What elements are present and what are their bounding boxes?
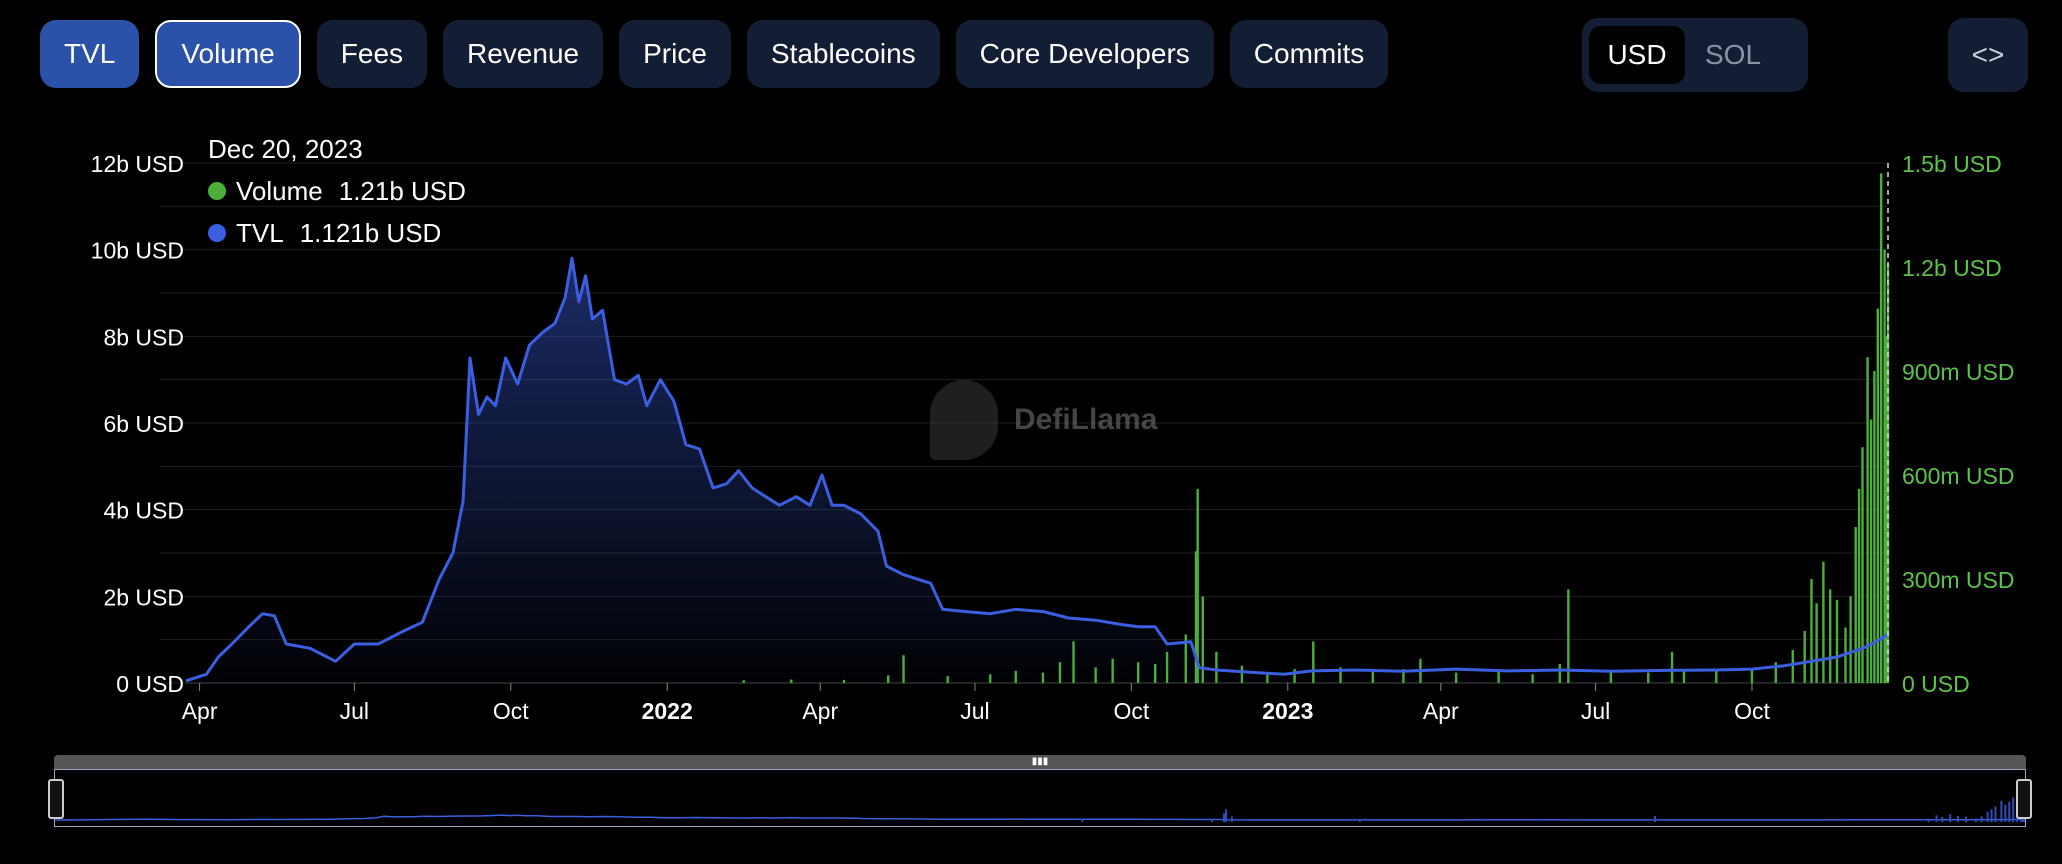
x-tick-label: 2022	[642, 698, 693, 724]
brush-minimap	[55, 788, 2025, 822]
minimap-volume-bar	[1974, 818, 1977, 822]
x-tick-label: Oct	[1734, 698, 1770, 724]
minimap-volume-bar	[1980, 816, 1983, 822]
chart-tooltip: Dec 20, 2023 Volume 1.21b USD TVL 1.121b…	[208, 128, 466, 254]
y-left-tick-label: 2b USD	[103, 584, 184, 610]
minimap-volume-bar	[1935, 815, 1938, 822]
tvl-area	[186, 258, 1888, 683]
range-brush[interactable]: ▮▮▮	[48, 755, 2032, 827]
y-left-tick-label: 0 USD	[116, 671, 184, 697]
minimap-volume-bar	[1081, 819, 1084, 822]
tooltip-tvl-value: 1.121b USD	[299, 218, 442, 248]
minimap-volume-bar	[1211, 818, 1214, 822]
minimap-volume-bar	[2000, 800, 2003, 822]
minimap-tvl-line	[55, 814, 2025, 821]
brush-left-handle[interactable]	[48, 779, 64, 819]
brush-window[interactable]	[54, 769, 2026, 827]
minimap-volume-bar	[2004, 804, 2007, 822]
minimap-volume-bar	[1358, 819, 1361, 822]
minimap-volume-bar	[1994, 806, 1997, 822]
y-right-tick-label: 600m USD	[1902, 463, 2014, 489]
volume-bar	[1876, 308, 1879, 683]
minimap-volume-bar	[1986, 811, 1989, 822]
tooltip-tvl-name: TVL	[236, 218, 284, 248]
defillama-watermark: DefiLlama	[930, 380, 1157, 460]
minimap-volume-bar	[2012, 797, 2015, 822]
minimap-volume-bar	[1223, 813, 1226, 822]
minimap-volume-bar	[1230, 816, 1233, 822]
x-tick-label: Apr	[802, 698, 838, 724]
tooltip-row-tvl: TVL 1.121b USD	[208, 212, 466, 254]
volume-bar	[1196, 488, 1199, 683]
tooltip-row-volume: Volume 1.21b USD	[208, 170, 466, 212]
y-right-tick-label: 0 USD	[1902, 671, 1970, 697]
y-left-tick-label: 12b USD	[91, 151, 184, 177]
y-left-tick-label: 4b USD	[103, 498, 184, 524]
y-right-tick-label: 300m USD	[1902, 567, 2014, 593]
volume-bar	[1879, 173, 1883, 683]
volume-bar	[1866, 357, 1869, 683]
minimap-volume-bar	[1224, 809, 1227, 822]
minimap-volume-bar	[1957, 815, 1960, 822]
x-tick-label: Oct	[1113, 698, 1149, 724]
tvl-dot-icon	[208, 224, 226, 242]
minimap-volume-bar	[1927, 818, 1930, 822]
x-tick-label: Oct	[493, 698, 529, 724]
y-left-tick-label: 8b USD	[103, 324, 184, 350]
x-tick-label: 2023	[1262, 698, 1313, 724]
x-tick-label: Jul	[1581, 698, 1610, 724]
x-tick-label: Jul	[340, 698, 369, 724]
y-left-tick-label: 10b USD	[91, 238, 184, 264]
llama-logo-icon	[930, 380, 998, 460]
tooltip-volume-name: Volume	[236, 176, 323, 206]
tooltip-volume-value: 1.21b USD	[338, 176, 466, 206]
brush-right-handle[interactable]	[2016, 779, 2032, 819]
y-right-tick-label: 1.5b USD	[1902, 151, 2002, 177]
minimap-volume-bar	[1941, 816, 1944, 822]
y-right-tick-label: 900m USD	[1902, 359, 2014, 385]
tooltip-date: Dec 20, 2023	[208, 134, 363, 164]
minimap-volume-bar	[1990, 809, 1993, 822]
grip-icon: ▮▮▮	[1031, 756, 1049, 767]
y-right-tick-label: 1.2b USD	[1902, 255, 2002, 281]
minimap-volume-bar	[1949, 814, 1952, 822]
volume-bar	[1873, 371, 1876, 683]
watermark-text: DefiLlama	[1014, 403, 1158, 436]
minimap-volume-bar	[1654, 815, 1657, 822]
minimap-volume-bar	[2008, 801, 2011, 822]
minimap-volume-bar	[1964, 816, 1967, 822]
brush-drag-bar[interactable]: ▮▮▮	[54, 755, 2026, 769]
x-tick-label: Jul	[960, 698, 989, 724]
y-left-tick-label: 6b USD	[103, 411, 184, 437]
x-tick-label: Apr	[182, 698, 218, 724]
x-tick-label: Apr	[1423, 698, 1459, 724]
volume-dot-icon	[208, 182, 226, 200]
